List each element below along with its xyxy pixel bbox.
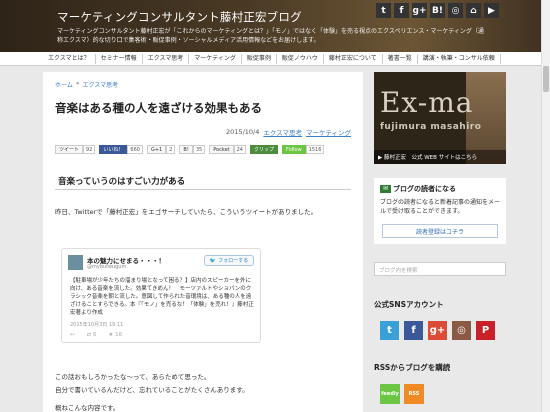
share-button[interactable]: B!	[179, 145, 193, 154]
hatena-icon[interactable]: B!	[430, 3, 445, 18]
blog-search-input[interactable]: ブログ内を検索	[374, 262, 506, 276]
nav-item[interactable]: セミナー情報	[96, 54, 143, 64]
googleplus-icon[interactable]: g+	[412, 3, 427, 18]
facebook-icon[interactable]: f	[394, 3, 409, 18]
breadcrumb-category[interactable]: エクスマ思考	[83, 80, 119, 89]
breadcrumb: ホーム » エクスマ思考	[55, 80, 118, 89]
share-button[interactable]: G+1	[146, 145, 167, 154]
breadcrumb-home[interactable]: ホーム	[55, 80, 73, 89]
tweet-text: 【駐車場が少年たちの溜まり場となって困る？】店内のスピーカーを外に向け、ある音楽…	[70, 278, 254, 316]
share-button-group: Follow 1516	[282, 145, 325, 154]
share-button-group: G+1 2	[146, 145, 176, 154]
global-nav: エクスマとは？ セミナー情報 エクスマ思考 マーケティング 販促事例 販促ノウハウ 藤村正宏…	[0, 52, 550, 66]
profile-banner[interactable]: Ex-ma fujimura masahiro ▶ 藤村正宏 公式 WEB サイ…	[374, 72, 506, 164]
scrollbar-thumb[interactable]	[543, 66, 549, 92]
site-header: マーケティングコンサルタント藤村正宏ブログ マーケティングコンサルタント藤村正宏…	[0, 0, 550, 52]
banner-caption-text: 藤村正宏 公式 WEB サイトはこちら	[383, 155, 478, 161]
nav-item[interactable]: エクスマとは？	[43, 54, 96, 64]
reply-icon[interactable]: ↩	[70, 332, 75, 338]
tweet-date[interactable]: 2015年10月3日 19:11	[70, 321, 123, 328]
instagram-icon[interactable]: ◎	[452, 321, 471, 340]
reader-widget-title: ✉ ブログの読者になる	[380, 184, 456, 194]
banner-caption: ▶ 藤村正宏 公式 WEB サイトはこちら	[374, 150, 506, 164]
main-article: ホーム » エクスマ思考 音楽はある種の人を遠ざける効果もある 2015/10/…	[43, 72, 363, 412]
nav-item[interactable]: 著書一覧	[383, 54, 418, 64]
rss-section-title: RSSからブログを購読	[374, 363, 451, 372]
paragraph: 自分で書いているんだけど、忘れていることがたくさんあります。	[55, 386, 249, 394]
nav-item[interactable]: 講演・執筆・コンサル依頼	[418, 54, 501, 64]
share-count: 660	[127, 145, 143, 154]
site-title[interactable]: マーケティングコンサルタント藤村正宏ブログ	[57, 9, 302, 25]
follow-label: フォローする	[218, 258, 249, 264]
paragraph: この話おもしろかったな〜って、あらためて思った。	[55, 373, 211, 381]
embedded-tweet: 本の魅力にせまる・・・！ @mybufwugum 🐦 フォローする 【駐車場が少…	[61, 248, 261, 343]
youtube-icon[interactable]: ▶	[484, 3, 499, 18]
paragraph: 昨日、Twitterで「藤村正宏」をエゴサーチしていたら、こういうツイートがあり…	[55, 208, 318, 216]
banner-logo: Ex-ma	[380, 86, 474, 119]
nav-item[interactable]: マーケティング	[189, 54, 242, 64]
header-social-icons: t f g+ B! ◎ ⌂ ▶	[376, 3, 499, 18]
share-count: 2	[166, 145, 176, 154]
retweet-count: 6	[92, 332, 97, 338]
feedly-icon[interactable]: feedly	[380, 384, 400, 404]
share-button[interactable]: ツイート	[55, 145, 84, 154]
paragraph: 概ねこんな内容です。	[55, 404, 120, 412]
share-button[interactable]: クリップ	[249, 145, 278, 154]
site-description: マーケティングコンサルタント藤村正宏が「これからのマーケティングとは？」「モノ」…	[57, 28, 484, 44]
share-button-group: いいね！ 660	[99, 145, 143, 154]
nav-items: エクスマとは？ セミナー情報 エクスマ思考 マーケティング 販促事例 販促ノウハウ 藤村正宏…	[43, 54, 501, 64]
rss-icon[interactable]: RSS	[404, 384, 424, 404]
tweet-follow-button[interactable]: 🐦 フォローする	[204, 255, 254, 266]
googleplus-icon[interactable]: g+	[428, 321, 447, 340]
reader-description: ブログの読者になると新着記事の通知をメールで受け取ることができます。	[380, 199, 501, 215]
like-action[interactable]: ★ 16	[108, 332, 122, 338]
share-button-group: ツイート 92	[55, 145, 96, 154]
share-count: 35	[192, 145, 206, 154]
post-title: 音楽はある種の人を遠ざける効果もある	[55, 101, 262, 115]
tweet-author-handle[interactable]: @mybufwugum	[87, 264, 126, 270]
tag-link[interactable]: エクスマ思考	[263, 127, 302, 137]
twitter-icon[interactable]: t	[380, 321, 399, 340]
share-buttons: ツイート 92 いいね！ 660 G+1 2 B! 35 Pocket 24 クリップ Follow 1…	[55, 145, 325, 154]
twitter-bird-icon: 🐦	[209, 257, 217, 264]
reader-widget: ✉ ブログの読者になる ブログの読者になると新着記事の通知をメールで受け取ることが…	[374, 178, 506, 244]
share-count: 24	[233, 145, 246, 154]
twitter-icon[interactable]: t	[376, 3, 391, 18]
sns-icons: t f g+ ◎ P	[380, 321, 495, 340]
share-button[interactable]: Pocket	[209, 145, 234, 154]
share-button[interactable]: いいね！	[99, 145, 128, 154]
like-count: 16	[115, 332, 123, 338]
nav-item[interactable]: 販促ノウハウ	[277, 54, 324, 64]
pinterest-icon[interactable]: P	[476, 321, 495, 340]
section-heading: 音楽っていうのはすごい力がある	[55, 172, 351, 190]
facebook-icon[interactable]: f	[404, 321, 423, 340]
nav-item[interactable]: 販促事例	[242, 54, 277, 64]
post-meta: 2015/10/4 エクスマ思考 マーケティング	[226, 127, 351, 137]
breadcrumb-separator: »	[75, 80, 80, 87]
tag-link[interactable]: マーケティング	[306, 127, 351, 137]
share-button-group: B! 35	[179, 145, 206, 154]
instagram-icon[interactable]: ◎	[448, 3, 463, 18]
share-count: 92	[83, 145, 96, 154]
share-count: 1516	[305, 145, 325, 154]
share-button[interactable]: Follow	[282, 145, 306, 154]
reader-subscribe-button[interactable]: 読者登録はコチラ	[382, 224, 498, 238]
nav-item[interactable]: エクスマ思考	[143, 54, 190, 64]
sns-section-title: 公式SNSアカウント	[374, 300, 444, 309]
share-button-group: Pocket 24	[209, 145, 246, 154]
reader-title-text: ブログの読者になる	[393, 185, 456, 193]
tweet-actions: ↩ ⇄ 6 ★ 16	[70, 332, 122, 338]
retweet-action[interactable]: ⇄ 6	[87, 332, 97, 338]
feedly-icon[interactable]: ⌂	[466, 3, 481, 18]
banner-name: fujimura masahiro	[380, 122, 482, 132]
avatar[interactable]	[68, 255, 83, 270]
mail-icon: ✉	[380, 185, 391, 193]
nav-item[interactable]: 藤村正宏について	[324, 54, 383, 64]
post-date: 2015/10/4	[226, 128, 260, 136]
rss-icons: feedly RSS	[380, 384, 424, 404]
share-button-group: クリップ	[249, 145, 278, 154]
scrollbar[interactable]	[541, 0, 550, 412]
